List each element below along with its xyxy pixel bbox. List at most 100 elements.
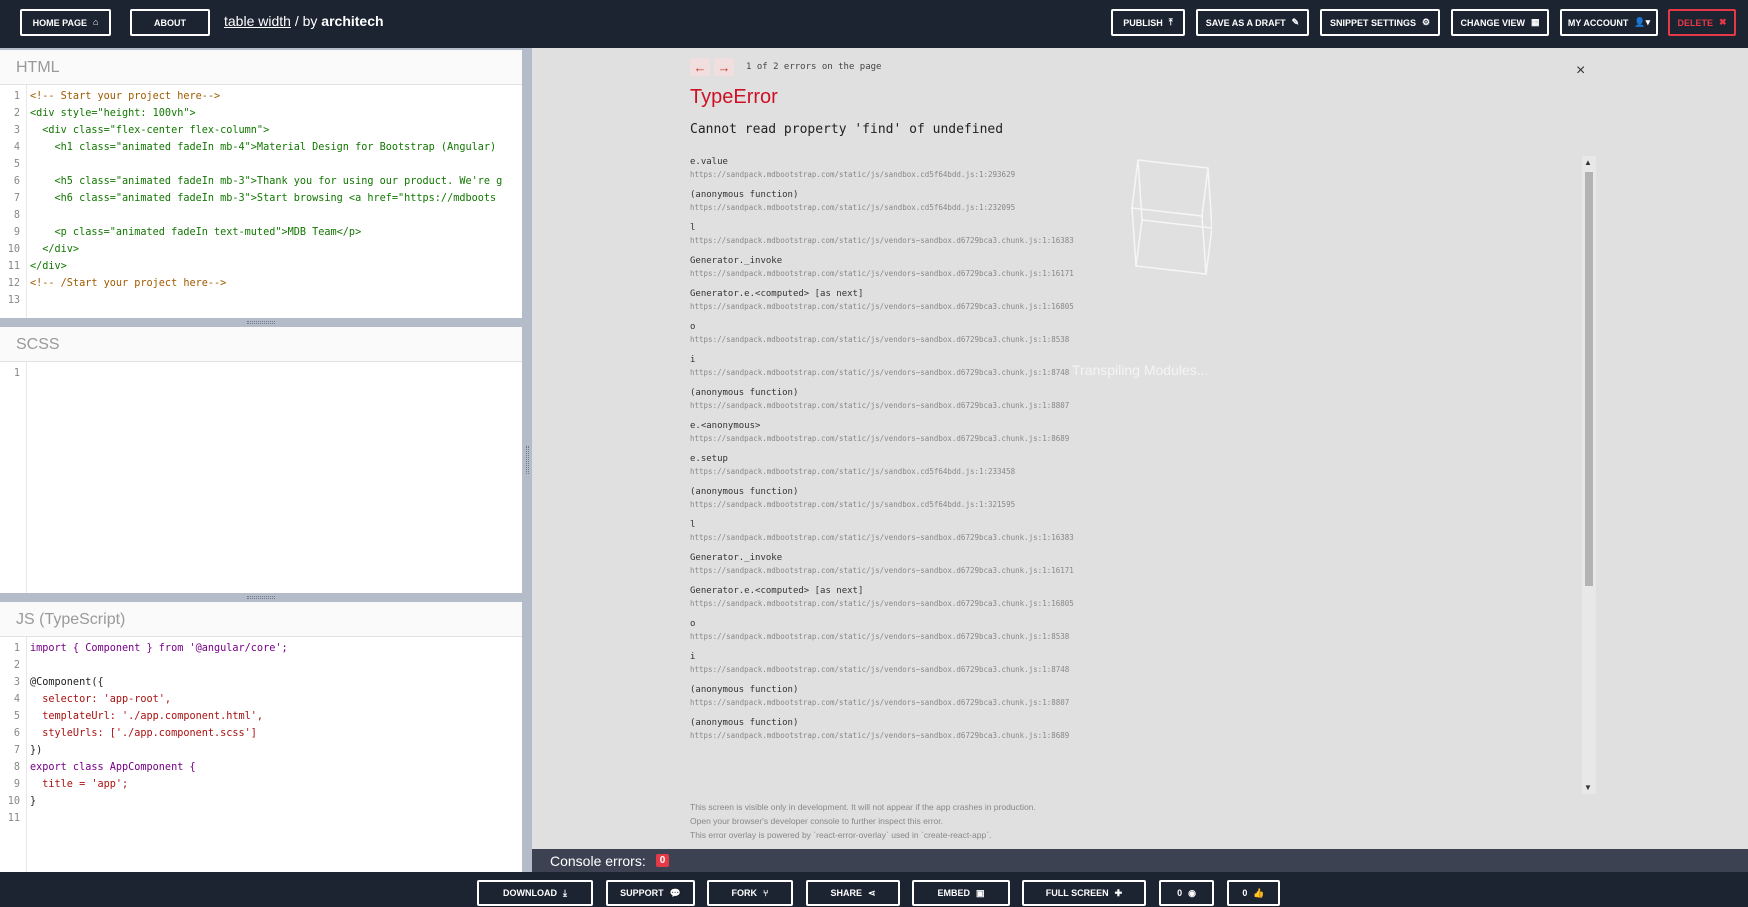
- close-overlay-button[interactable]: ×: [1576, 62, 1585, 80]
- stack-frame-url[interactable]: https://sandpack.mdbootstrap.com/static/…: [690, 730, 1620, 741]
- stack-frame[interactable]: e.setup https://sandpack.mdbootstrap.com/…: [690, 453, 1620, 477]
- stack-frame[interactable]: o https://sandpack.mdbootstrap.com/static…: [690, 618, 1620, 642]
- code-line: 6 styleUrls: ['./app.component.scss']: [13, 728, 257, 739]
- full-screen-button[interactable]: FULL SCREEN ✚: [1022, 880, 1146, 906]
- stack-frame-url[interactable]: https://sandpack.mdbootstrap.com/static/…: [690, 466, 1620, 477]
- stack-frame-function: e.setup: [690, 454, 728, 464]
- code-line: 10}: [7, 796, 37, 807]
- error-type: TypeError: [690, 86, 778, 108]
- transpiling-indicator: Transpiling Modules...: [1072, 156, 1232, 396]
- stack-frame[interactable]: (anonymous function) https://sandpack.mdb…: [690, 684, 1620, 708]
- my-account-dropdown[interactable]: MY ACCOUNT 👤▾: [1560, 9, 1658, 36]
- code-line: 10 </div>: [7, 244, 80, 255]
- stack-frame[interactable]: i https://sandpack.mdbootstrap.com/static…: [690, 651, 1620, 675]
- stack-frame-url[interactable]: https://sandpack.mdbootstrap.com/static/…: [690, 565, 1620, 576]
- views-count: 0: [1177, 888, 1183, 898]
- overlay-footnote: This screen is visible only in developme…: [690, 800, 1036, 842]
- download-icon: ⤓: [563, 887, 567, 898]
- columns-icon: ▦: [1531, 17, 1540, 27]
- footnote-line: Open your browser's developer console to…: [690, 816, 943, 826]
- save-draft-label: SAVE AS A DRAFT: [1205, 17, 1286, 28]
- stack-frame-url[interactable]: https://sandpack.mdbootstrap.com/static/…: [690, 664, 1620, 675]
- html-scss-splitter[interactable]: [0, 318, 522, 327]
- download-button[interactable]: DOWNLOAD ⤓: [477, 880, 593, 906]
- console-bar[interactable]: Console errors: 0: [532, 849, 1748, 872]
- scroll-up-icon[interactable]: ▲: [1584, 158, 1592, 167]
- error-count: 1 of 2 errors on the page: [746, 62, 882, 72]
- code-line: 6 <h5 class="animated fadeIn mb-3">Thank…: [13, 176, 503, 187]
- stack-frame-url[interactable]: https://sandpack.mdbootstrap.com/static/…: [690, 532, 1620, 543]
- breadcrumb: table width / by architech: [224, 13, 384, 29]
- stack-frame[interactable]: l https://sandpack.mdbootstrap.com/static…: [690, 519, 1620, 543]
- stack-frame-url[interactable]: https://sandpack.mdbootstrap.com/static/…: [690, 697, 1620, 708]
- stack-frame-function: o: [690, 619, 696, 629]
- eye-icon: ◉: [1188, 887, 1196, 898]
- save-as-draft-button[interactable]: SAVE AS A DRAFT ✎: [1196, 9, 1309, 36]
- stack-frame-url[interactable]: https://sandpack.mdbootstrap.com/static/…: [690, 631, 1620, 642]
- share-button[interactable]: SHARE ⋖: [806, 880, 900, 906]
- scss-editor-title: SCSS: [0, 327, 522, 362]
- project-name-link[interactable]: table width: [224, 13, 291, 29]
- stack-frame-url[interactable]: https://sandpack.mdbootstrap.com/static/…: [690, 400, 1620, 411]
- scroll-down-icon[interactable]: ▼: [1584, 783, 1592, 792]
- code-line: 8 export class AppComponent {: [13, 762, 196, 773]
- home-page-button[interactable]: HOME PAGE ⌂: [20, 9, 111, 36]
- stack-frame[interactable]: (anonymous function) https://sandpack.mdb…: [690, 486, 1620, 510]
- support-button[interactable]: SUPPORT 💬: [606, 880, 695, 906]
- error-message: Cannot read property 'find' of undefined: [690, 122, 1004, 137]
- code-line: 5: [13, 159, 20, 170]
- author-name[interactable]: architech: [321, 13, 383, 29]
- about-label: ABOUT: [154, 17, 186, 28]
- fork-icon: ⑂: [763, 888, 769, 898]
- stack-scrollbar[interactable]: ▲ ▼: [1582, 156, 1596, 794]
- stack-frame-function: Generator._invoke: [690, 553, 783, 563]
- embed-button[interactable]: EMBED ▣: [912, 880, 1010, 906]
- upload-icon: ⤒: [1168, 17, 1173, 27]
- embed-label: EMBED: [937, 888, 970, 898]
- stack-frame[interactable]: Generator.e.<computed> [as next] https://…: [690, 585, 1620, 609]
- preview-panel: ← → 1 of 2 errors on the page × TypeErro…: [532, 48, 1748, 849]
- scss-code[interactable]: 1: [0, 365, 522, 382]
- about-button[interactable]: ABOUT: [130, 9, 210, 36]
- typescript-editor[interactable]: JS (TypeScript) 1 import { Component } fr…: [0, 602, 522, 872]
- like-button[interactable]: 0 👍: [1227, 880, 1280, 906]
- change-view-button[interactable]: CHANGE VIEW ▦: [1451, 9, 1549, 36]
- scss-ts-splitter[interactable]: [0, 593, 522, 602]
- stack-frame-function: (anonymous function): [690, 718, 799, 728]
- delete-button[interactable]: DELETE ✖: [1668, 9, 1736, 36]
- stack-frame-url[interactable]: https://sandpack.mdbootstrap.com/static/…: [690, 433, 1620, 444]
- html-editor-title: HTML: [0, 50, 522, 85]
- snippet-settings-label: SNIPPET SETTINGS: [1329, 17, 1416, 28]
- typescript-code[interactable]: 1 import { Component } from '@angular/cor…: [0, 640, 522, 827]
- snippet-settings-button[interactable]: SNIPPET SETTINGS ⚙: [1320, 9, 1440, 36]
- next-error-button[interactable]: →: [714, 58, 734, 76]
- footnote-line: This error overlay is powered by `react-…: [690, 830, 992, 840]
- stack-frame-function: i: [690, 652, 696, 662]
- code-line: 5 templateUrl: './app.component.html',: [13, 711, 264, 722]
- stack-frame[interactable]: Generator._invoke https://sandpack.mdboot…: [690, 552, 1620, 576]
- by-text: / by: [290, 13, 322, 29]
- scrollbar-thumb[interactable]: [1585, 172, 1593, 586]
- publish-button[interactable]: PUBLISH ⤒: [1111, 9, 1185, 36]
- code-line: 3 <div class="flex-center flex-column">: [13, 125, 270, 136]
- editors-panel: HTML 1 <!-- Start your project here--> 2 <…: [0, 48, 532, 872]
- html-editor[interactable]: HTML 1 <!-- Start your project here--> 2 <…: [0, 50, 522, 318]
- stack-frame[interactable]: (anonymous function) https://sandpack.mdb…: [690, 717, 1620, 741]
- scss-editor[interactable]: SCSS 1: [0, 327, 522, 593]
- code-line: 3 @Component({: [13, 677, 104, 688]
- stack-frame-function: l: [690, 520, 696, 530]
- stack-frame-url[interactable]: https://sandpack.mdbootstrap.com/static/…: [690, 499, 1620, 510]
- stack-frame[interactable]: e.<anonymous> https://sandpack.mdbootstra…: [690, 420, 1620, 444]
- full-screen-label: FULL SCREEN: [1045, 888, 1109, 898]
- html-code[interactable]: 1 <!-- Start your project here--> 2 <div s…: [0, 88, 522, 309]
- fork-button[interactable]: FORK ⑂: [707, 880, 793, 906]
- code-line: 4 <h1 class="animated fadeIn mb-4">Mater…: [13, 142, 497, 153]
- panel-resize-handle[interactable]: [522, 48, 532, 872]
- code-line: 12 <!-- /Start your project here-->: [7, 278, 227, 289]
- previous-error-button[interactable]: ←: [690, 58, 710, 76]
- transpiling-text: Transpiling Modules...: [1072, 362, 1209, 378]
- stack-frame-url[interactable]: https://sandpack.mdbootstrap.com/static/…: [690, 598, 1620, 609]
- top-bar: HOME PAGE ⌂ ABOUT table width / by archi…: [0, 0, 1748, 48]
- console-errors-label: Console errors:: [550, 852, 646, 869]
- code-line: 7 <h6 class="animated fadeIn mb-3">Start…: [13, 193, 497, 204]
